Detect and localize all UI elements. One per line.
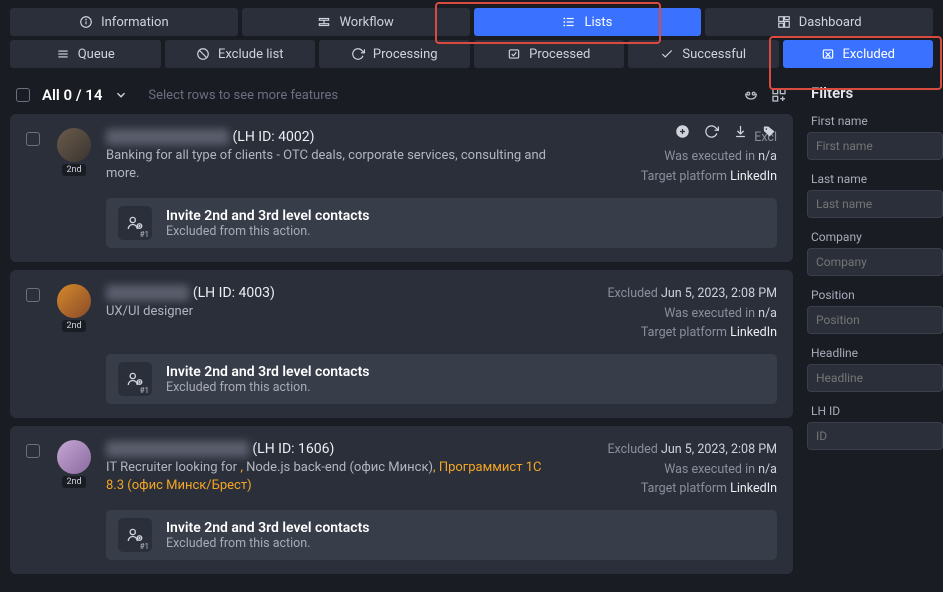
grid-plus-icon[interactable] [771,87,787,103]
select-all-checkbox[interactable] [16,88,30,102]
filter-input-company[interactable] [807,248,943,276]
selection-hint: Select rows to see more features [148,88,338,103]
avatar[interactable] [57,440,91,474]
lead-name[interactable]: ██████████████ (LH ID: 1606) [106,440,587,457]
download-icon[interactable] [733,124,748,139]
excluded-icon [821,47,835,61]
tab-label: Excluded [843,47,895,62]
avatar-block: 2nd [56,128,92,248]
filters-panel: Filters First name Last name Company Positi… [803,76,943,592]
tab-label: Processing [373,47,438,62]
tab-lists[interactable]: Lists [474,8,702,36]
lead-headline: IT Recruiter looking for , Node.js back-… [106,459,546,494]
avatar-block: 2nd [56,284,92,404]
action-subtitle: Excluded from this action. [166,380,370,395]
connection-degree: 2nd [62,164,85,176]
filters-title: Filters [807,84,943,102]
tab-successful[interactable]: Successful [628,40,779,68]
lh-id: (LH ID: 4002) [233,129,315,145]
lead-meta: Excluded Jun 5, 2023, 2:08 PM Was execut… [587,440,777,498]
lead-meta: Excluded Jun 5, 2023, 2:08 PM Was execut… [587,284,777,342]
row-checkbox[interactable] [26,132,40,146]
filter-input-headline[interactable] [807,364,943,392]
tab-information[interactable]: Information [10,8,238,36]
tab-label: Workflow [339,15,393,30]
action-title: Invite 2nd and 3rd level contacts [166,364,370,380]
filter-input-last-name[interactable] [807,190,943,218]
processed-icon [507,47,521,61]
lead-card: 2nd ████████████ (LH ID: 4002) Banking f… [10,114,793,262]
tab-label: Exclude list [218,47,284,62]
tab-excluded[interactable]: Excluded [783,40,934,68]
list-toolbar: All 0 / 14 Select rows to see more featu… [10,80,793,114]
tab-label: Lists [584,15,612,30]
queue-icon [56,47,70,61]
secondary-tabs: Queue Exclude list Processing Processed Succ… [0,40,943,76]
primary-tabs: Information Workflow Lists Dashboard [0,0,943,40]
tab-workflow[interactable]: Workflow [242,8,470,36]
filter-input-first-name[interactable] [807,132,943,160]
action-box: #1 Invite 2nd and 3rd level contacts Exc… [106,198,777,248]
row-actions [675,124,777,139]
lead-headline: Banking for all type of clients - OTC de… [106,147,546,182]
filter-label: First name [811,114,943,128]
lh-id: (LH ID: 4003) [193,285,275,301]
tab-label: Processed [529,47,590,62]
success-icon [660,47,674,61]
tab-dashboard[interactable]: Dashboard [705,8,933,36]
action-step-icon: #1 [118,206,152,240]
lead-headline: UX/UI designer [106,303,546,321]
tab-processed[interactable]: Processed [474,40,625,68]
action-subtitle: Excluded from this action. [166,224,370,239]
action-box: #1 Invite 2nd and 3rd level contacts Exc… [106,510,777,560]
tag-icon[interactable] [762,124,777,139]
action-step-icon: #1 [118,362,152,396]
avatar[interactable] [57,284,91,318]
refresh-icon[interactable] [704,124,719,139]
filter-input-position[interactable] [807,306,943,334]
action-box: #1 Invite 2nd and 3rd level contacts Exc… [106,354,777,404]
filter-label: Headline [811,346,943,360]
tab-label: Dashboard [799,15,862,30]
connection-degree: 2nd [62,320,85,332]
dashboard-icon [777,15,791,29]
avatar-block: 2nd [56,440,92,560]
workflow-icon [317,15,331,29]
filter-label: Last name [811,172,943,186]
tab-label: Information [101,15,169,30]
mask-icon[interactable] [743,87,759,103]
lead-card: 2nd ████████ (LH ID: 4003) UX/UI designe… [10,270,793,418]
row-checkbox[interactable] [26,288,40,302]
action-step-icon: #1 [118,518,152,552]
filter-label: LH ID [811,404,943,418]
add-icon[interactable] [675,124,690,139]
tab-processing[interactable]: Processing [319,40,470,68]
tab-label: Successful [682,47,746,62]
lead-name[interactable]: ████████████ (LH ID: 4002) [106,128,587,145]
selection-count: All 0 / 14 [42,86,102,104]
lead-card: 2nd ██████████████ (LH ID: 1606) IT Recr… [10,426,793,574]
row-checkbox[interactable] [26,444,40,458]
chevron-down-icon[interactable] [114,88,128,102]
lh-id: (LH ID: 1606) [252,441,334,457]
lead-name[interactable]: ████████ (LH ID: 4003) [106,284,587,301]
lists-icon [562,15,576,29]
filter-label: Company [811,230,943,244]
tab-queue[interactable]: Queue [10,40,161,68]
connection-degree: 2nd [62,476,85,488]
processing-icon [351,47,365,61]
filter-input-lh-id[interactable] [807,422,943,450]
info-icon [79,15,93,29]
filter-label: Position [811,288,943,302]
tab-exclude-list[interactable]: Exclude list [165,40,316,68]
action-title: Invite 2nd and 3rd level contacts [166,520,370,536]
exclude-icon [196,47,210,61]
tab-label: Queue [78,47,115,62]
action-subtitle: Excluded from this action. [166,536,370,551]
avatar[interactable] [57,128,91,162]
action-title: Invite 2nd and 3rd level contacts [166,208,370,224]
